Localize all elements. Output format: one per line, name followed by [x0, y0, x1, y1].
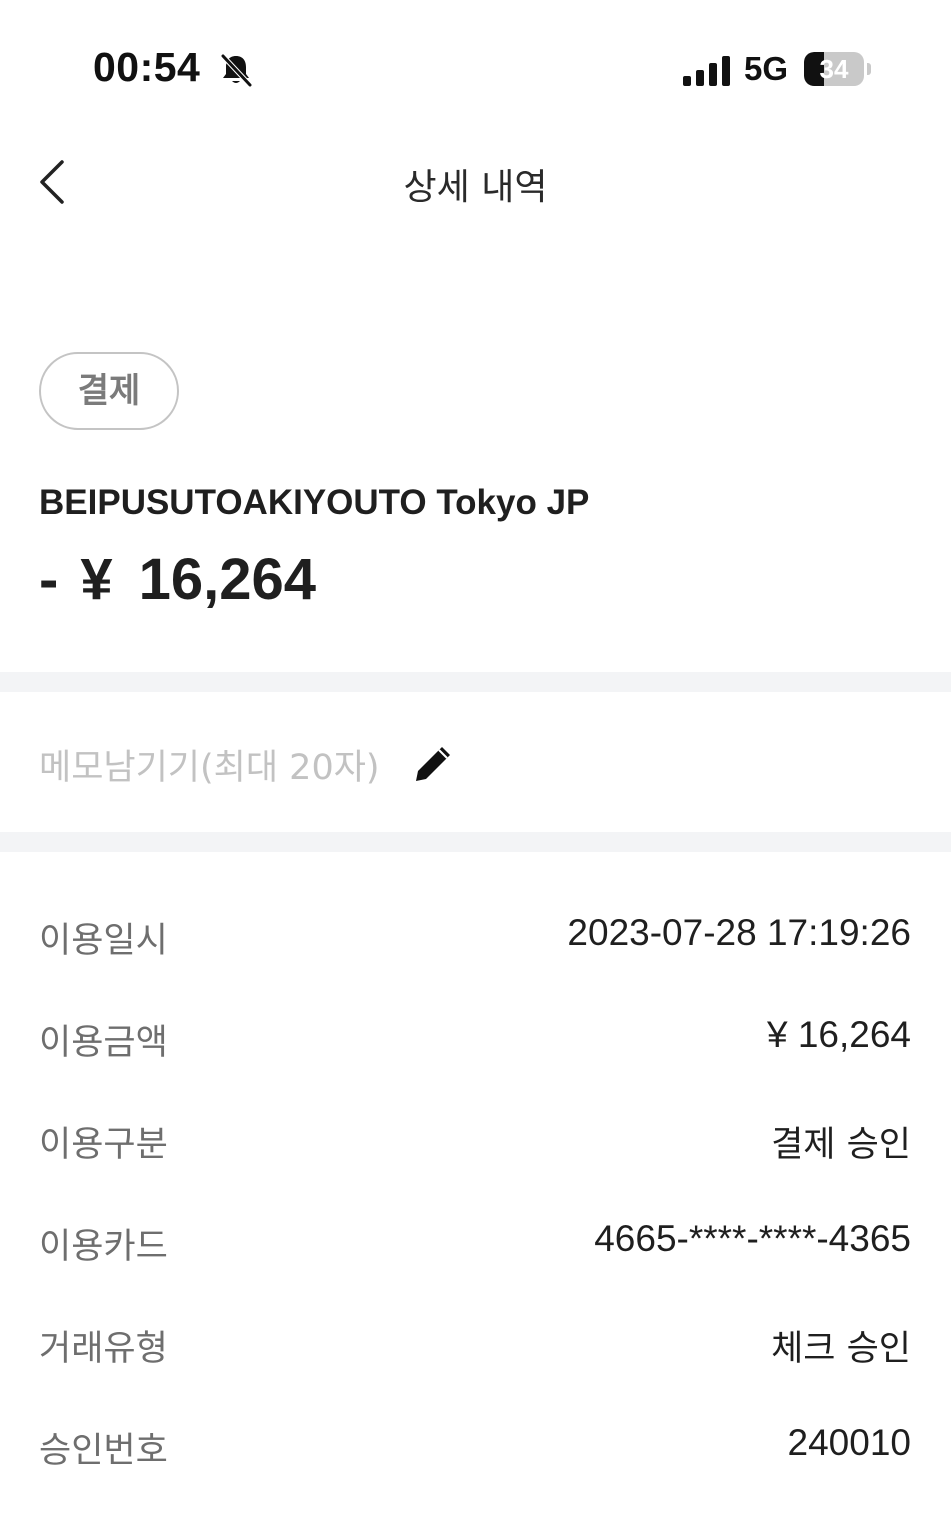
detail-value: 240010: [787, 1422, 911, 1463]
detail-label: 승인번호: [39, 1431, 168, 1471]
battery-percent: 34: [819, 54, 849, 84]
detail-label: 거래유형: [39, 1329, 168, 1369]
page-title: 상세 내역: [403, 167, 548, 208]
memo-placeholder: 메모남기기(최대 20자): [39, 747, 380, 788]
status-bar: 00:54 5G 34: [0, 0, 951, 140]
detail-value: 체크 승인: [771, 1329, 911, 1369]
bell-slash-icon: [220, 53, 253, 88]
amount-value: 16,264: [138, 547, 316, 612]
detail-label: 이용구분: [39, 1125, 168, 1165]
detail-row: 이용금액 ¥ 16,264: [39, 1014, 911, 1116]
merchant-name: BEIPUSUTOAKIYOUTO Tokyo JP: [39, 483, 590, 522]
detail-row: 이용일시 2023-07-28 17:19:26: [39, 912, 911, 1014]
transaction-type-chip: 결제: [39, 352, 179, 430]
pencil-icon[interactable]: [412, 743, 454, 785]
network-type: 5G: [744, 50, 789, 87]
detail-row: 거래유형 체크 승인: [39, 1320, 911, 1422]
detail-value: 결제 승인: [771, 1125, 911, 1165]
detail-label: 이용금액: [39, 1023, 168, 1063]
detail-value: ¥ 16,264: [766, 1014, 911, 1055]
detail-value: 4665-****-****-4365: [594, 1218, 911, 1259]
detail-label: 이용카드: [39, 1227, 168, 1267]
transaction-amount: - ¥16,264: [39, 546, 316, 613]
detail-row: 이용구분 결제 승인: [39, 1116, 911, 1218]
battery-icon: 34: [804, 52, 864, 86]
detail-label: 이용일시: [39, 921, 168, 961]
amount-currency: ¥: [80, 547, 113, 612]
detail-list: 이용일시 2023-07-28 17:19:26 이용금액 ¥ 16,264 이용구분 결…: [39, 912, 911, 1524]
battery-cap: [867, 63, 871, 75]
section-divider: [0, 832, 951, 852]
memo-input[interactable]: 메모남기기(최대 20자): [39, 736, 454, 792]
amount-sign: -: [39, 547, 59, 612]
detail-row: 이용카드 4665-****-****-4365: [39, 1218, 911, 1320]
status-time: 00:54: [93, 44, 201, 90]
signal-icon: [683, 56, 730, 86]
section-divider: [0, 672, 951, 692]
detail-value: 2023-07-28 17:19:26: [567, 912, 911, 953]
detail-row: 승인번호 240010: [39, 1422, 911, 1524]
